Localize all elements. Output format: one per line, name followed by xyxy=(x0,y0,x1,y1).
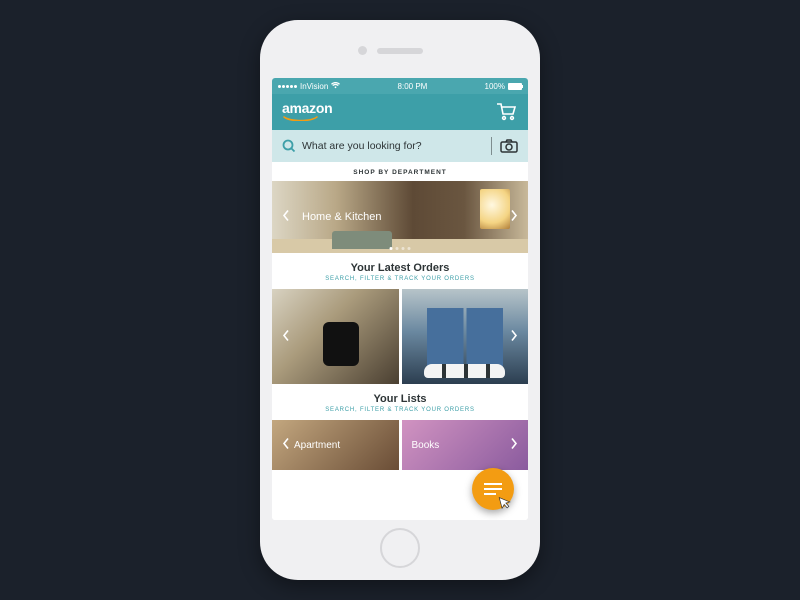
order-decor xyxy=(424,364,505,378)
phone-home-button[interactable] xyxy=(380,528,420,568)
wifi-icon xyxy=(331,82,340,91)
banner-next-button[interactable] xyxy=(506,206,522,229)
orders-prev-button[interactable] xyxy=(278,325,294,348)
banner-prev-button[interactable] xyxy=(278,206,294,229)
lists-subtitle: SEARCH, FILTER & TRACK YOUR ORDERS xyxy=(272,407,528,413)
orders-next-button[interactable] xyxy=(506,325,522,348)
screen: InVision 8:00 PM 100% amazon xyxy=(272,78,528,520)
search-divider xyxy=(491,137,492,155)
amazon-logo[interactable]: amazon xyxy=(282,101,332,121)
department-banner-label: Home & Kitchen xyxy=(302,211,381,223)
search-input[interactable]: What are you looking for? xyxy=(282,139,483,153)
content-scroll[interactable]: SHOP BY DEPARTMENT Home & Kitchen Your L… xyxy=(272,162,528,520)
banner-pagination[interactable] xyxy=(390,247,411,250)
battery-percent-label: 100% xyxy=(485,82,505,91)
cart-icon[interactable] xyxy=(496,101,518,121)
orders-subtitle: SEARCH, FILTER & TRACK YOUR ORDERS xyxy=(272,276,528,282)
phone-frame: InVision 8:00 PM 100% amazon xyxy=(260,20,540,580)
search-icon xyxy=(282,139,296,153)
list-label: Books xyxy=(412,440,440,451)
banner-decor xyxy=(272,239,528,253)
menu-icon xyxy=(483,482,503,496)
camera-search-icon[interactable] xyxy=(500,139,518,153)
status-bar: InVision 8:00 PM 100% xyxy=(272,78,528,94)
department-banner[interactable]: Home & Kitchen xyxy=(272,181,528,253)
lists-prev-button[interactable] xyxy=(278,434,294,457)
status-left: InVision xyxy=(278,82,340,91)
orders-title: Your Latest Orders xyxy=(272,262,528,274)
search-bar[interactable]: What are you looking for? xyxy=(272,130,528,162)
banner-decor xyxy=(332,231,392,249)
lists-title: Your Lists xyxy=(272,393,528,405)
orders-section-header: Your Latest Orders SEARCH, FILTER & TRAC… xyxy=(272,253,528,289)
app-header: amazon xyxy=(272,94,528,130)
clock-label: 8:00 PM xyxy=(398,82,428,91)
search-placeholder: What are you looking for? xyxy=(302,140,422,152)
phone-speaker xyxy=(377,48,423,54)
list-label: Apartment xyxy=(294,440,340,451)
lists-section-header: Your Lists SEARCH, FILTER & TRACK YOUR O… xyxy=(272,384,528,420)
signal-dots-icon xyxy=(278,85,297,88)
logo-text: amazon xyxy=(282,100,332,116)
lists-next-button[interactable] xyxy=(506,434,522,457)
carrier-label: InVision xyxy=(300,82,328,91)
departments-header: SHOP BY DEPARTMENT xyxy=(272,162,528,181)
status-right: 100% xyxy=(485,82,522,91)
orders-carousel[interactable] xyxy=(272,289,528,384)
lists-carousel[interactable]: Apartment Books xyxy=(272,420,528,470)
phone-front-camera xyxy=(358,46,367,55)
battery-icon xyxy=(508,83,522,90)
